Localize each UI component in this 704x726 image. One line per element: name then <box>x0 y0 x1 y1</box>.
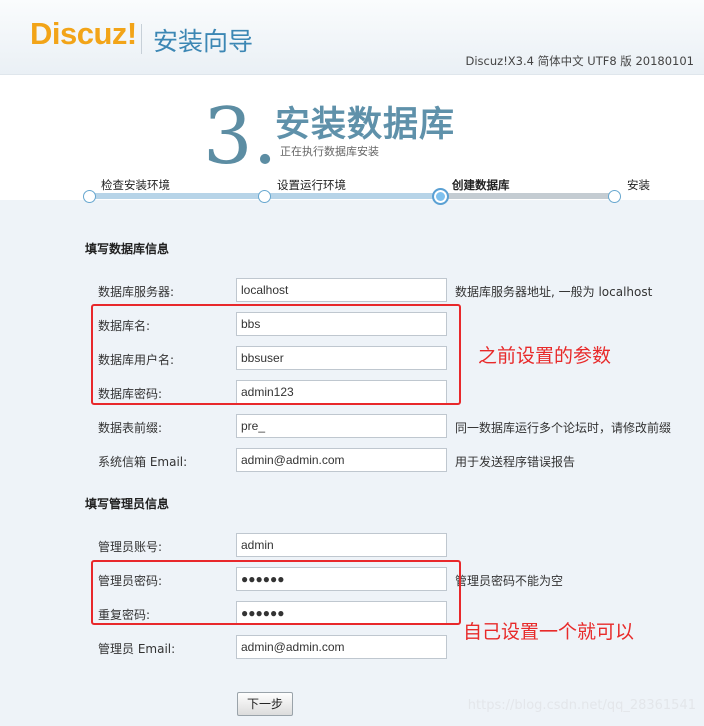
header-divider <box>141 24 142 54</box>
db-host-input[interactable]: localhost <box>236 278 447 302</box>
table-prefix-label: 数据表前缀: <box>98 421 163 435</box>
progress-dot-2 <box>258 190 271 203</box>
admin-account-label: 管理员账号: <box>98 540 163 554</box>
wizard-title: 安装向导 <box>153 27 254 56</box>
discuz-logo: Discuz! <box>30 16 137 51</box>
watermark: https://blog.csdn.net/qq_28361541 <box>467 698 696 713</box>
db-params-highlight-box <box>91 304 461 405</box>
step-number: 3. <box>203 92 278 182</box>
admin-password-hint: 管理员密码不能为空 <box>455 574 564 588</box>
db-host-hint: 数据库服务器地址, 一般为 localhost <box>455 285 653 299</box>
progress-label-env-check: 检查安装环境 <box>101 178 170 192</box>
header: Discuz! 安装向导 Discuz!X3.4 简体中文 UTF8 版 201… <box>0 0 704 75</box>
admin-email-input[interactable]: admin@admin.com <box>236 635 447 659</box>
table-prefix-input[interactable]: pre_ <box>236 414 447 438</box>
admin-password-annotation: 自己设置一个就可以 <box>463 621 635 643</box>
progress-dot-1 <box>83 190 96 203</box>
admin-section-title: 填写管理员信息 <box>85 497 170 511</box>
progress-dot-4 <box>608 190 621 203</box>
admin-account-input[interactable]: admin <box>236 533 447 557</box>
progress-label-install: 安装 <box>627 178 650 192</box>
system-email-hint: 用于发送程序错误报告 <box>455 455 576 469</box>
system-email-input[interactable]: admin@admin.com <box>236 448 447 472</box>
admin-password-highlight-box <box>91 560 461 625</box>
progress-label-create-db: 创建数据库 <box>452 178 510 192</box>
system-email-label: 系统信箱 Email: <box>98 455 188 469</box>
table-prefix-hint: 同一数据库运行多个论坛时，请修改前缀 <box>455 421 672 435</box>
step-description: 正在执行数据库安装 <box>280 145 379 158</box>
progress-label-env-settings: 设置运行环境 <box>277 178 346 192</box>
db-host-label: 数据库服务器: <box>98 285 175 299</box>
db-params-annotation: 之前设置的参数 <box>478 345 612 367</box>
progress-dot-3 <box>432 188 449 205</box>
next-step-button[interactable]: 下一步 <box>237 692 293 716</box>
db-section-title: 填写数据库信息 <box>85 242 170 256</box>
step-title: 安装数据库 <box>275 105 456 145</box>
admin-email-label: 管理员 Email: <box>98 642 176 656</box>
version-info: Discuz!X3.4 简体中文 UTF8 版 20180101 <box>465 54 695 68</box>
